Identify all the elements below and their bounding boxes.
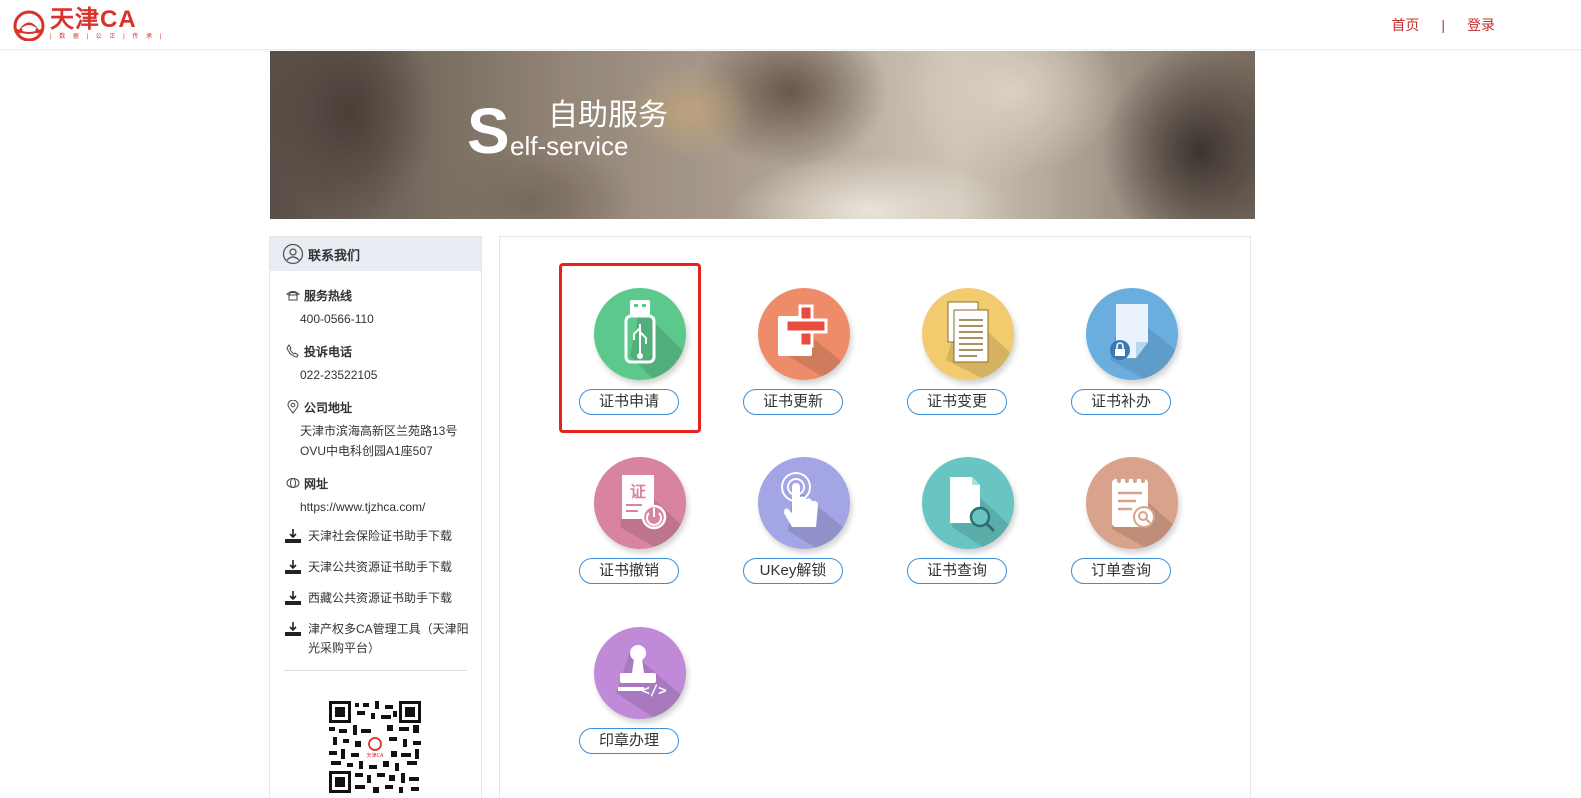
phone-call-icon bbox=[286, 344, 299, 358]
download-icon bbox=[285, 560, 301, 574]
documents-icon bbox=[946, 301, 1014, 380]
address-label: 公司地址 bbox=[304, 400, 353, 415]
service-label: 证书撤销 bbox=[579, 558, 679, 584]
address-block: 公司地址 天津市滨海高新区兰苑路13号 OVU中电科创园A1座507 bbox=[270, 399, 481, 461]
telephone-icon bbox=[286, 291, 300, 301]
complaint-block: 投诉电话 022-23522105 bbox=[270, 343, 481, 385]
tianjin-ca-logo-icon bbox=[13, 10, 45, 41]
complaint-value: 022-23522105 bbox=[300, 368, 378, 382]
sidebar-title: 联系我们 bbox=[308, 247, 361, 263]
address-line2: OVU中电科创园A1座507 bbox=[300, 444, 433, 458]
qr-code-icon: 天津CA bbox=[329, 701, 421, 793]
contact-person-icon bbox=[282, 243, 304, 265]
banner-cn-title: 自助服务 bbox=[548, 99, 668, 132]
top-nav: 首页 | 登录 bbox=[1391, 15, 1495, 35]
site-logo[interactable]: 天津CA | 数 据 | 公 正 | 传 承 | bbox=[12, 6, 164, 42]
download-list: 天津社会保险证书助手下载 天津公共资源证书助手下载 西藏公共资源证书助手下载 津… bbox=[270, 527, 481, 658]
service-cert-apply[interactable]: 证书申请 bbox=[579, 288, 699, 428]
svg-text:</>: </> bbox=[641, 683, 666, 699]
service-label: 订单查询 bbox=[1071, 558, 1171, 584]
qr-logo-text: 天津CA bbox=[367, 752, 384, 759]
download-item-public-resource-tj[interactable]: 天津公共资源证书助手下载 bbox=[284, 558, 481, 577]
document-search-icon bbox=[950, 477, 1014, 549]
download-item-social-insurance[interactable]: 天津社会保险证书助手下载 bbox=[284, 527, 481, 546]
certificate-power-icon: 证 bbox=[620, 475, 686, 549]
service-label: 证书补办 bbox=[1071, 389, 1171, 415]
top-header: 天津CA | 数 据 | 公 正 | 传 承 | 首页 | 登录 bbox=[0, 0, 1581, 50]
download-icon bbox=[285, 529, 301, 543]
nav-login-link[interactable]: 登录 bbox=[1467, 15, 1495, 35]
hotline-value: 400-0566-110 bbox=[300, 312, 374, 326]
hotline-block: 服务热线 400-0566-110 bbox=[270, 287, 481, 329]
download-item-public-resource-xz[interactable]: 西藏公共资源证书助手下载 bbox=[284, 589, 481, 608]
logo-slogan: | 数 据 | 公 正 | 传 承 | bbox=[50, 33, 165, 40]
service-label: 证书变更 bbox=[907, 389, 1007, 415]
banner-en-initial: S bbox=[467, 95, 510, 167]
service-cert-change[interactable]: 证书变更 bbox=[907, 288, 1027, 428]
nav-home-link[interactable]: 首页 bbox=[1391, 15, 1419, 35]
complaint-label: 投诉电话 bbox=[304, 344, 353, 359]
service-label: 印章办理 bbox=[579, 728, 679, 754]
hotline-label: 服务热线 bbox=[304, 288, 353, 303]
service-cert-revoke[interactable]: 证 证书撤销 bbox=[579, 457, 699, 597]
clipboard-search-icon bbox=[1112, 474, 1178, 549]
service-label: 证书更新 bbox=[743, 389, 843, 415]
globe-icon bbox=[286, 478, 300, 488]
website-value[interactable]: https://www.tjzhca.com/ bbox=[286, 497, 481, 517]
service-seal-handling[interactable]: </> 印章办理 bbox=[579, 627, 699, 767]
website-label: 网址 bbox=[304, 476, 329, 491]
service-order-query[interactable]: 订单查询 bbox=[1071, 457, 1191, 597]
locked-document-icon bbox=[1110, 304, 1178, 380]
service-ukey-unlock[interactable]: UKey解锁 bbox=[743, 457, 863, 597]
address-line1: 天津市滨海高新区兰苑路13号 bbox=[300, 424, 458, 438]
svg-text:证: 证 bbox=[630, 482, 646, 501]
banner-en-title: elf-service bbox=[510, 131, 629, 161]
usb-icon bbox=[624, 300, 686, 380]
medical-cross-icon bbox=[778, 304, 850, 380]
stamp-code-icon: </> bbox=[616, 645, 686, 719]
location-pin-icon bbox=[287, 400, 299, 414]
nav-separator: | bbox=[1441, 17, 1445, 33]
sidebar-header: 联系我们 bbox=[270, 237, 481, 271]
download-item-multi-ca-tool[interactable]: 津产权多CA管理工具（天津阳光采购平台） bbox=[284, 620, 481, 658]
logo-title: 天津CA bbox=[50, 5, 137, 33]
website-block: 网址 https://www.tjzhca.com/ bbox=[270, 475, 481, 517]
service-panel: 证书申请 证书更新 证书变更 证书补办 证 证书撤销 UKey解锁 证书查询 订… bbox=[499, 236, 1251, 798]
sidebar-divider bbox=[284, 670, 467, 671]
service-cert-query[interactable]: 证书查询 bbox=[907, 457, 1027, 597]
service-cert-renew[interactable]: 证书更新 bbox=[743, 288, 863, 428]
self-service-banner: S 自助服务 elf-service bbox=[270, 51, 1255, 219]
download-icon bbox=[285, 591, 301, 605]
service-label: UKey解锁 bbox=[743, 558, 843, 584]
service-label: 证书查询 bbox=[907, 558, 1007, 584]
service-label: 证书申请 bbox=[579, 389, 679, 415]
service-cert-reissue[interactable]: 证书补办 bbox=[1071, 288, 1191, 428]
finger-touch-icon bbox=[781, 472, 850, 549]
download-icon bbox=[285, 622, 301, 636]
contact-sidebar: 联系我们 服务热线 400-0566-110 投诉电话 022-23522105 bbox=[269, 236, 482, 798]
